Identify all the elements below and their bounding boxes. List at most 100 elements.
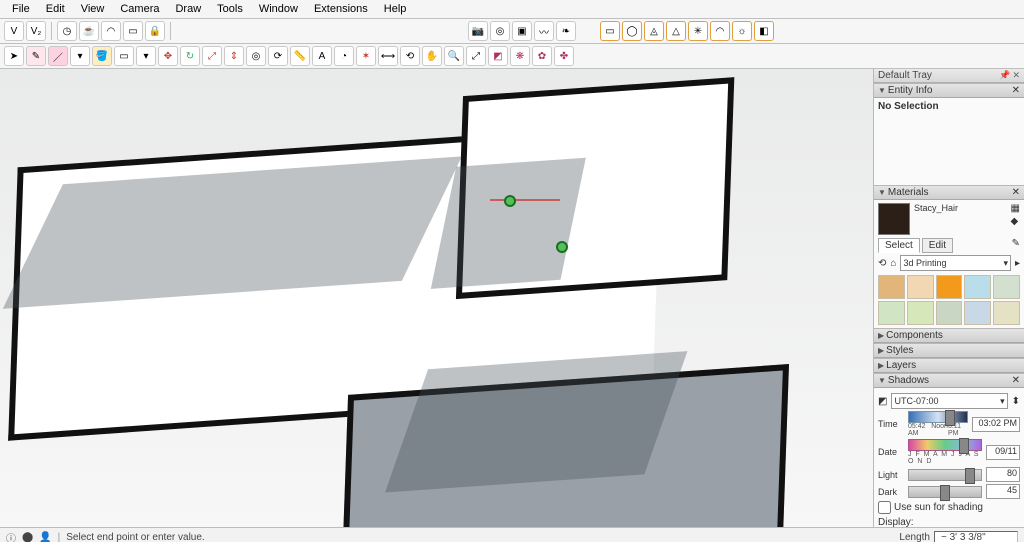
teapot-icon[interactable]: ☕ — [79, 21, 99, 41]
text-tool-icon[interactable]: A — [312, 46, 332, 66]
rotate-tool-icon[interactable]: ↻ — [180, 46, 200, 66]
line-tool-icon[interactable]: ／ — [48, 46, 68, 66]
tape-tool-icon[interactable]: 📏 — [290, 46, 310, 66]
default-material-icon[interactable]: ◆ — [1011, 216, 1020, 227]
measurement-input[interactable]: ~ 3' 3 3/8" — [934, 531, 1018, 542]
pin-icon[interactable]: 📌 — [999, 70, 1010, 81]
styles-header[interactable]: ▶Styles — [874, 343, 1024, 358]
menu-draw[interactable]: Draw — [167, 3, 209, 15]
dark-slider[interactable] — [908, 486, 982, 498]
components-header[interactable]: ▶Components — [874, 328, 1024, 343]
menu-tools[interactable]: Tools — [209, 3, 251, 15]
select-tool-icon[interactable]: ➤ — [4, 46, 24, 66]
move-tool-icon[interactable]: ✥ — [158, 46, 178, 66]
close-icon[interactable]: ✕ — [1012, 70, 1020, 81]
material-swatch[interactable] — [964, 275, 991, 299]
close-icon[interactable]: ✕ — [1012, 187, 1020, 198]
light-sphere-icon[interactable]: ◯ — [622, 21, 642, 41]
timezone-select[interactable]: UTC-07:00▾ — [891, 393, 1007, 409]
light-ies-icon[interactable]: △ — [666, 21, 686, 41]
light-sun-icon[interactable]: ☼ — [732, 21, 752, 41]
date-value[interactable]: 09/11 — [986, 445, 1020, 460]
zoom-tool-icon[interactable]: 🔍 — [444, 46, 464, 66]
shadows-header[interactable]: ▼Shadows✕ — [874, 373, 1024, 388]
materials-header[interactable]: ▼Materials✕ — [874, 185, 1024, 200]
lock-icon[interactable]: 🔒 — [145, 21, 165, 41]
time-slider[interactable] — [908, 411, 968, 423]
close-icon[interactable]: ✕ — [1012, 375, 1020, 386]
material-swatch[interactable] — [936, 301, 963, 325]
light-value[interactable]: 80 — [986, 467, 1020, 482]
back-icon[interactable]: ⟲ — [878, 258, 886, 269]
close-icon[interactable]: ✕ — [1012, 85, 1020, 96]
dim-tool-icon[interactable]: ⟷ — [378, 46, 398, 66]
light-mesh-icon[interactable]: ◧ — [754, 21, 774, 41]
followme-tool-icon[interactable]: ⟳ — [268, 46, 288, 66]
frame-icon[interactable]: ▭ — [123, 21, 143, 41]
entity-info-header[interactable]: ▼Entity Info✕ — [874, 83, 1024, 98]
box-icon[interactable]: ▣ — [512, 21, 532, 41]
menu-extensions[interactable]: Extensions — [306, 3, 376, 15]
tray-header[interactable]: Default Tray 📌✕ — [874, 69, 1024, 83]
pan-tool-icon[interactable]: ✋ — [422, 46, 442, 66]
material-collection-select[interactable]: 3d Printing▾ — [900, 255, 1011, 271]
offset-tool-icon[interactable]: ◎ — [246, 46, 266, 66]
vray-icon[interactable]: V — [4, 21, 24, 41]
leaf-icon[interactable]: ❧ — [556, 21, 576, 41]
dropdown-icon[interactable]: ▾ — [70, 46, 90, 66]
3d-viewport[interactable] — [0, 69, 873, 527]
use-sun-checkbox[interactable] — [878, 501, 891, 514]
scale-tool-icon[interactable]: ⤢ — [202, 46, 222, 66]
material-swatch[interactable] — [907, 275, 934, 299]
dome-icon[interactable]: ◠ — [101, 21, 121, 41]
date-slider[interactable] — [908, 439, 982, 451]
grass-icon[interactable]: 〰 — [534, 21, 554, 41]
material-swatch[interactable] — [907, 301, 934, 325]
tab-select[interactable]: Select — [878, 238, 920, 253]
zoomextents-tool-icon[interactable]: ⤢ — [466, 46, 486, 66]
section-tool-icon[interactable]: ◩ — [488, 46, 508, 66]
dropdown-icon[interactable]: ▾ — [136, 46, 156, 66]
dark-value[interactable]: 45 — [986, 484, 1020, 499]
material-swatch[interactable] — [993, 301, 1020, 325]
light-rectangle-icon[interactable]: ▭ — [600, 21, 620, 41]
person-icon[interactable]: 👤 — [39, 532, 51, 542]
create-material-icon[interactable]: ▦ — [1011, 203, 1020, 214]
plugin3-icon[interactable]: ✤ — [554, 46, 574, 66]
material-swatch[interactable] — [936, 275, 963, 299]
menu-window[interactable]: Window — [251, 3, 306, 15]
light-spot-icon[interactable]: ◬ — [644, 21, 664, 41]
walk-icon[interactable]: ◎ — [490, 21, 510, 41]
details-icon[interactable]: ▸ — [1015, 258, 1020, 269]
tab-edit[interactable]: Edit — [922, 238, 953, 253]
home-icon[interactable]: ⌂ — [890, 258, 896, 269]
shadow-toggle-icon[interactable]: ◩ — [878, 396, 887, 407]
light-dome-icon[interactable]: ◠ — [710, 21, 730, 41]
plugin2-icon[interactable]: ✿ — [532, 46, 552, 66]
sample-paint-icon[interactable]: ✎ — [1012, 238, 1020, 253]
menu-edit[interactable]: Edit — [38, 3, 73, 15]
geo-icon[interactable]: ⬤ — [22, 532, 33, 542]
menu-file[interactable]: File — [4, 3, 38, 15]
vray-settings-icon[interactable]: V₂ — [26, 21, 46, 41]
eraser-tool-icon[interactable]: ✎ — [26, 46, 46, 66]
light-omni-icon[interactable]: ✳ — [688, 21, 708, 41]
material-swatch[interactable] — [878, 275, 905, 299]
material-swatch[interactable] — [993, 275, 1020, 299]
menu-view[interactable]: View — [73, 3, 113, 15]
plugin1-icon[interactable]: ❋ — [510, 46, 530, 66]
menu-camera[interactable]: Camera — [112, 3, 167, 15]
protractor-tool-icon[interactable]: ◔ — [334, 46, 354, 66]
light-slider[interactable] — [908, 469, 982, 481]
camera-icon[interactable]: 📷 — [468, 21, 488, 41]
axes-tool-icon[interactable]: ✶ — [356, 46, 376, 66]
current-material-swatch[interactable] — [878, 203, 910, 235]
expand-icon[interactable]: ⬍ — [1012, 396, 1020, 407]
menu-help[interactable]: Help — [376, 3, 415, 15]
material-swatch[interactable] — [964, 301, 991, 325]
time-value[interactable]: 03:02 PM — [972, 417, 1020, 432]
help-icon[interactable]: ⓘ — [6, 530, 16, 542]
material-swatch[interactable] — [878, 301, 905, 325]
orbit-tool-icon[interactable]: ⟲ — [400, 46, 420, 66]
pushpull-tool-icon[interactable]: ⇕ — [224, 46, 244, 66]
